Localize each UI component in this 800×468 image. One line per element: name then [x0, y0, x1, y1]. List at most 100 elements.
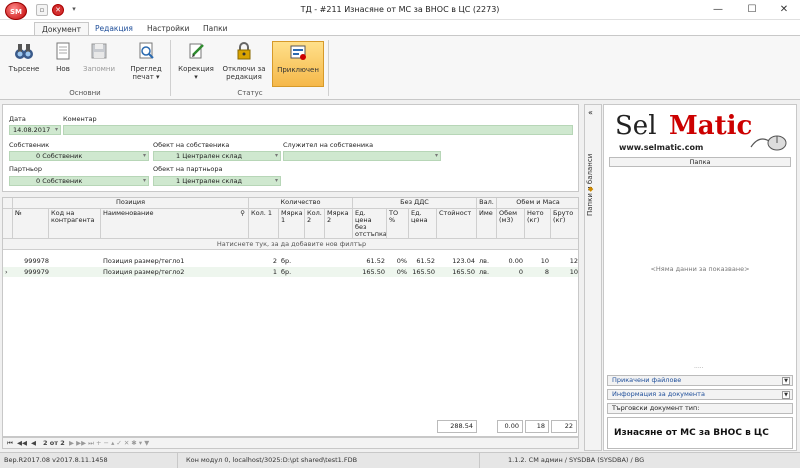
print-preview-button[interactable]: Преглед печат ▾ [126, 41, 166, 87]
logo-sel: Sel [615, 111, 657, 141]
grid-corner[interactable] [3, 198, 13, 209]
band-novat[interactable]: Без ДДС [353, 198, 477, 209]
col-qty1[interactable]: Кол. 1 [249, 209, 279, 239]
cell-no: 999979 [24, 268, 49, 276]
collapse-icon[interactable]: « [588, 108, 593, 117]
ribbon: Търсене Нов Запомни Преглед печат ▾ Коре… [0, 35, 800, 100]
band-currency[interactable]: Вал. [477, 198, 497, 209]
document-header-form: Дата Коментар 14.08.2017 ▾ Собственик Обе… [2, 104, 579, 192]
col-unit2[interactable]: Мярка 2 [325, 209, 353, 239]
filter-icon[interactable]: ⚲ [240, 210, 245, 217]
logo-matic: Matic [669, 111, 753, 141]
next-record-icon[interactable]: ▶ ▶▶ ⏭ + − ▴ ✓ ✕ ✱ ▾ ▼ [69, 438, 149, 448]
chevron-down-icon[interactable]: ▾ [275, 152, 278, 160]
status-connection: Кон модул 0, localhost/3025:D:\pt shared… [180, 453, 480, 468]
logo-url: www.selmatic.com [619, 143, 704, 152]
minimize-button[interactable]: — [704, 0, 732, 20]
cell-volume: 0 [518, 268, 523, 276]
owner-object-field[interactable]: 1 Централен склад ▾ [153, 151, 281, 161]
unlock-label: Отключи за редакция [222, 65, 266, 81]
expand-icon[interactable]: ▼ [782, 377, 790, 385]
prev-page-icon[interactable]: ◀◀ [17, 438, 27, 448]
edit-document-icon [186, 41, 206, 61]
total-value: 288.54 [437, 420, 477, 433]
col-no[interactable]: № [13, 209, 49, 239]
no-data-text: <Няма данни за показване> [650, 265, 750, 273]
col-unit1[interactable]: Мярка 1 [279, 209, 305, 239]
col-code[interactable]: Код на контрагента [49, 209, 101, 239]
tab-edit[interactable]: Редакция [88, 22, 140, 35]
cell-unit1: бр. [281, 257, 292, 265]
chevron-down-icon[interactable]: ▾ [143, 177, 146, 185]
employee-field[interactable]: ▾ [283, 151, 441, 161]
cell-name: Позиция размер/тегло2 [103, 268, 185, 276]
comment-label: Коментар [63, 115, 97, 123]
search-button[interactable]: Търсене [6, 41, 42, 87]
new-button[interactable]: Нов [50, 41, 76, 87]
col-value[interactable]: Стойност [437, 209, 477, 239]
col-volume[interactable]: Обем (м3) [497, 209, 525, 239]
doc-info-bar[interactable]: Информация за документа ▼ [607, 389, 793, 400]
cell-net: 8 [544, 268, 549, 276]
folder-icon: ◆ [588, 185, 594, 193]
cell-discount: 0% [396, 257, 407, 265]
table-row[interactable]: › 999979 Позиция размер/тегло2 1 бр. 165… [3, 267, 578, 277]
search-label: Търсене [8, 65, 40, 73]
band-position[interactable]: Позиция [13, 198, 249, 209]
cell-qty1: 1 [272, 268, 277, 276]
print-preview-label: Преглед печат [130, 65, 162, 81]
attached-files-label: Прикачени файлове [612, 376, 682, 384]
close-button[interactable]: ✕ [770, 0, 798, 20]
tab-document[interactable]: Документ [34, 22, 89, 35]
table-row[interactable]: 999978 Позиция размер/тегло1 2 бр. 61.52… [3, 256, 578, 266]
folders-balances-vtab[interactable]: « Папки и баланси ◆ [584, 104, 602, 451]
tab-folders[interactable]: Папки [196, 22, 235, 35]
tab-settings[interactable]: Настройки [140, 22, 196, 35]
chevron-down-icon[interactable]: ▾ [55, 126, 58, 134]
partner-field[interactable]: 0 Собственик ▾ [9, 176, 149, 186]
chevron-down-icon[interactable]: ▾ [435, 152, 438, 160]
owner-field[interactable]: 0 Собственик ▾ [9, 151, 149, 161]
col-currency-name[interactable]: Име [477, 209, 497, 239]
first-record-icon[interactable]: ⏮ [7, 438, 13, 448]
splitter-handle[interactable]: ····· [694, 365, 704, 372]
col-name[interactable]: Наименование ⚲ [101, 209, 249, 239]
col-discount[interactable]: ТО % [387, 209, 409, 239]
comment-field[interactable] [63, 125, 573, 135]
maximize-button[interactable]: ☐ [738, 0, 766, 20]
chevron-down-icon[interactable]: ▾ [275, 177, 278, 185]
mouse-icon [750, 135, 787, 151]
attached-files-bar[interactable]: Прикачени файлове ▼ [607, 375, 793, 386]
status-version: Вер.R2017.08 v2017.8.11.1458 [0, 453, 178, 468]
date-field[interactable]: 14.08.2017 ▾ [9, 125, 61, 135]
band-quantity[interactable]: Количество [249, 198, 353, 209]
cell-value: 165.50 [452, 268, 475, 276]
ribbon-tabs: Документ Редакция Настройки Папки [0, 20, 800, 35]
col-qty2[interactable]: Кол. 2 [305, 209, 325, 239]
col-unitprice[interactable]: Ед. цена [409, 209, 437, 239]
employee-label: Служител на собственика [283, 141, 374, 149]
correction-button[interactable]: Корекция ▾ [176, 41, 216, 87]
band-volume[interactable]: Обем и Маса [497, 198, 578, 209]
col-price[interactable]: Ед. цена без отстъпка [353, 209, 387, 239]
closed-button[interactable]: Приключен [272, 41, 324, 87]
group-separator [170, 40, 171, 96]
expand-icon[interactable]: ▼ [782, 391, 790, 399]
partner-label: Партньор [9, 165, 42, 173]
cell-qty1: 2 [272, 257, 277, 265]
cell-currency: лв. [479, 268, 490, 276]
doc-type-value: Изнасяне от МС за ВНОС в ЦС [614, 428, 769, 438]
unlock-button[interactable]: Отключи за редакция [220, 41, 268, 87]
filter-row[interactable]: Натиснете тук, за да добавите нов филтър [3, 239, 578, 250]
folder-column-header[interactable]: Папка [609, 157, 791, 167]
save-button[interactable]: Запомни [80, 41, 118, 87]
grid-row-indicator-header [3, 209, 13, 239]
owner-object-label: Обект на собственика [153, 141, 230, 149]
date-value: 14.08.2017 [13, 126, 51, 134]
col-gross[interactable]: Бруто (кг) [551, 209, 578, 239]
prev-record-icon[interactable]: ◀ [31, 438, 36, 448]
col-net[interactable]: Нето (кг) [525, 209, 551, 239]
partner-object-field[interactable]: 1 Централен склад ▾ [153, 176, 281, 186]
cell-value: 123.04 [452, 257, 475, 265]
chevron-down-icon[interactable]: ▾ [143, 152, 146, 160]
